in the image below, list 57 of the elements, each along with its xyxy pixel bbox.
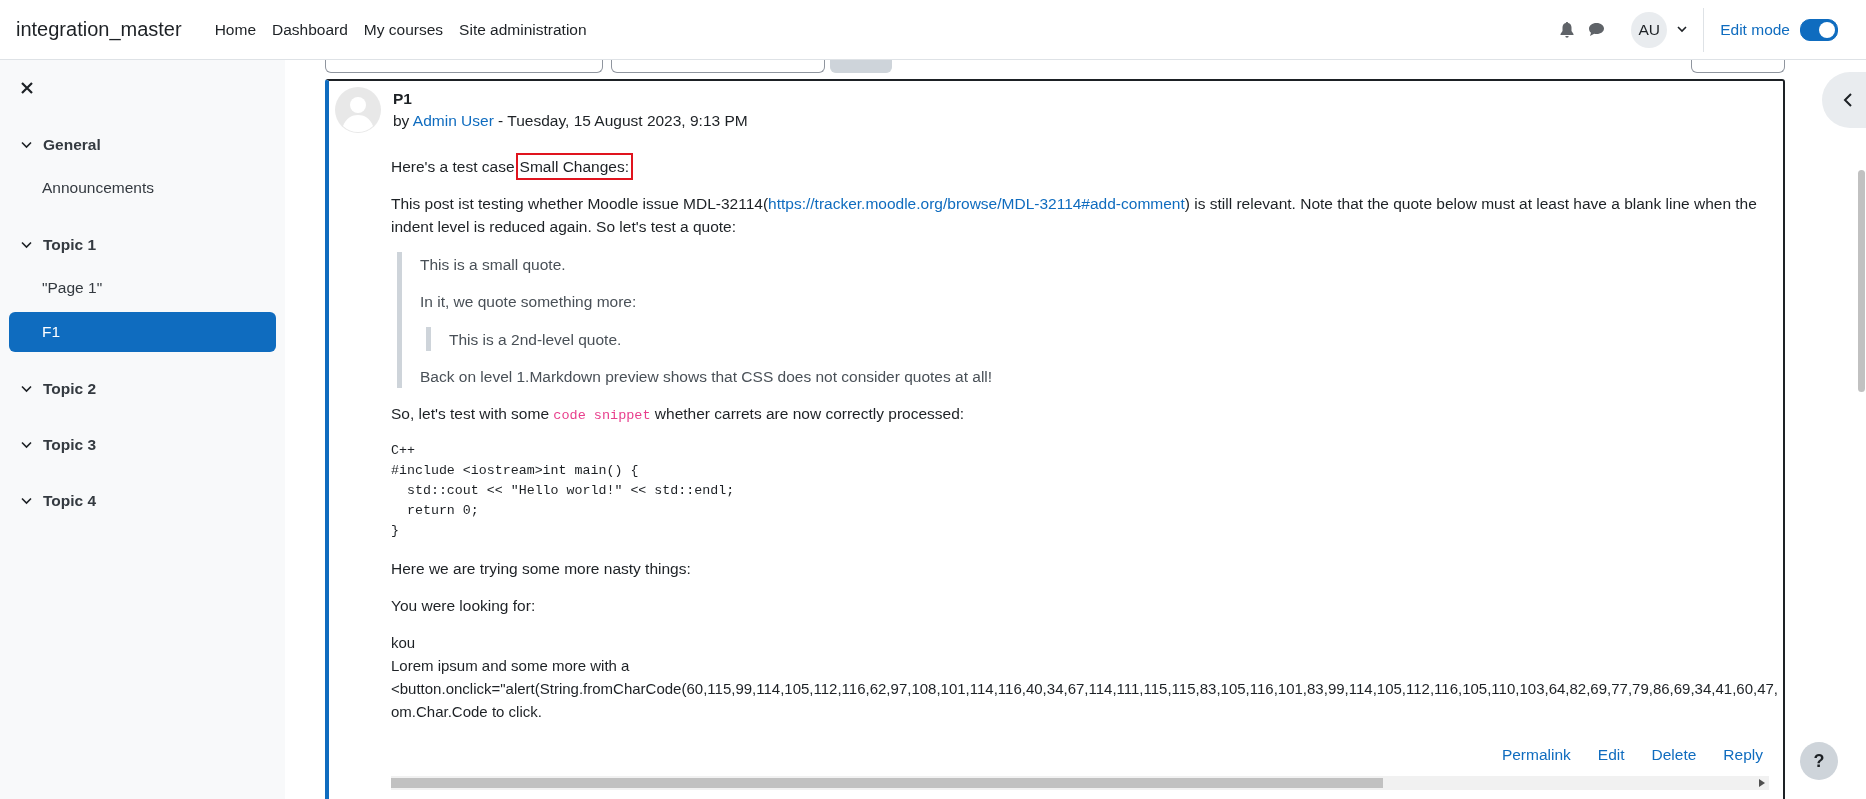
paragraph: This post ist testing whether Moodle issue MDL-32114(https://tracker.moodle.org/browse/MDL-32114#add-comment) is still relevant. Note that the quote below must at least have a blank line when the indent level is reduced again. So let's test a quote: [391, 194, 1758, 237]
site-name[interactable]: integration_master [16, 18, 182, 41]
section-title[interactable]: Topic 3 [43, 436, 97, 454]
post-action-link[interactable]: Reply [1723, 746, 1763, 764]
sidebar-item[interactable]: Announcements [9, 168, 276, 208]
chevron-icon[interactable] [21, 385, 32, 393]
issue-link[interactable]: https://tracker.moodle.org/browse/MDL-32114#add-comment [768, 195, 1185, 212]
text-line: Lorem ipsum and some more with a [391, 656, 630, 676]
scroll-right-arrow-icon[interactable] [1759, 779, 1765, 787]
section-title[interactable]: Topic 1 [43, 236, 97, 254]
nav-link[interactable]: Home [214, 20, 256, 39]
chevron-icon[interactable] [21, 497, 32, 505]
chevron-icon[interactable] [21, 141, 32, 149]
paragraph: Here we are trying some more nasty things: [391, 559, 692, 579]
text-line: <button.onclick="alert(String.fromCharCode(60,115,99,114,105,112,116,62,97,108,101,114,116,40,34,67,114,111,115,115,83,105,116,101,83,99,114,105,112,116,105,110,103,64,82,69,77,79,86,69,34,41,60,47, [391, 679, 1778, 699]
dropdown-field[interactable] [325, 60, 603, 73]
nav-link[interactable]: My courses [363, 20, 444, 39]
quote-text: Back on level 1.Markdown preview shows that CSS does not consider quotes at all! [420, 367, 993, 387]
close-icon[interactable] [21, 82, 33, 94]
sidebar-item[interactable]: "Page 1" [9, 268, 276, 308]
quote-text: This is a small quote. [420, 255, 567, 275]
code-text: C++ #include <iostream>int main() { std::cout << "Hello world!" << std::endl; return 0; } [391, 442, 736, 540]
vertical-scrollbar[interactable] [1858, 170, 1865, 392]
post-action-link[interactable]: Delete [1651, 746, 1697, 764]
nav-link[interactable]: Dashboard [272, 20, 348, 39]
button[interactable] [1691, 60, 1785, 73]
chevron-icon[interactable] [21, 441, 32, 449]
edit-mode-label: Edit mode [1720, 20, 1790, 39]
drawer-toggle-button[interactable] [1822, 72, 1866, 128]
section-title[interactable]: General [43, 136, 101, 154]
post-title: P1 [393, 90, 413, 108]
author-link[interactable]: Admin User [412, 112, 494, 129]
quote-bar [426, 327, 431, 351]
help-button[interactable]: ? [1800, 742, 1838, 780]
horizontal-scrollbar[interactable] [391, 776, 1769, 790]
chevron-icon[interactable] [21, 241, 32, 249]
caret-icon[interactable] [1677, 26, 1688, 33]
post-action-link[interactable]: Edit [1597, 746, 1625, 764]
post-byline: by Admin User - Tuesday, 15 August 2023, 9:13 PM [393, 112, 748, 130]
sidebar-item[interactable]: F1 [9, 312, 276, 352]
text-line: om.Char.Code to click. [391, 702, 542, 722]
edit-mode-toggle[interactable] [1800, 18, 1838, 41]
section-title[interactable]: Topic 4 [43, 492, 97, 510]
bell-icon[interactable] [1560, 21, 1575, 38]
text-line: kou [391, 633, 416, 653]
paragraph: Here's a test case Small Changes: [391, 155, 1769, 178]
post-action-link[interactable]: Permalink [1501, 746, 1571, 764]
section-title[interactable]: Topic 2 [43, 380, 97, 398]
chevron-left-icon [1843, 93, 1853, 107]
nav-link[interactable]: Site administration [459, 20, 587, 39]
quote-text: This is a 2nd-level quote. [449, 330, 622, 350]
paragraph: You were looking for: [391, 596, 537, 616]
user-avatar[interactable]: AU [1631, 11, 1668, 48]
paragraph: So, let's test with some code snippet whether carrets are now correctly processed: [391, 404, 966, 425]
chat-bubble-icon[interactable] [1588, 22, 1606, 37]
quote-text: In it, we quote something more: [420, 292, 638, 312]
dropdown-field[interactable] [611, 60, 825, 73]
